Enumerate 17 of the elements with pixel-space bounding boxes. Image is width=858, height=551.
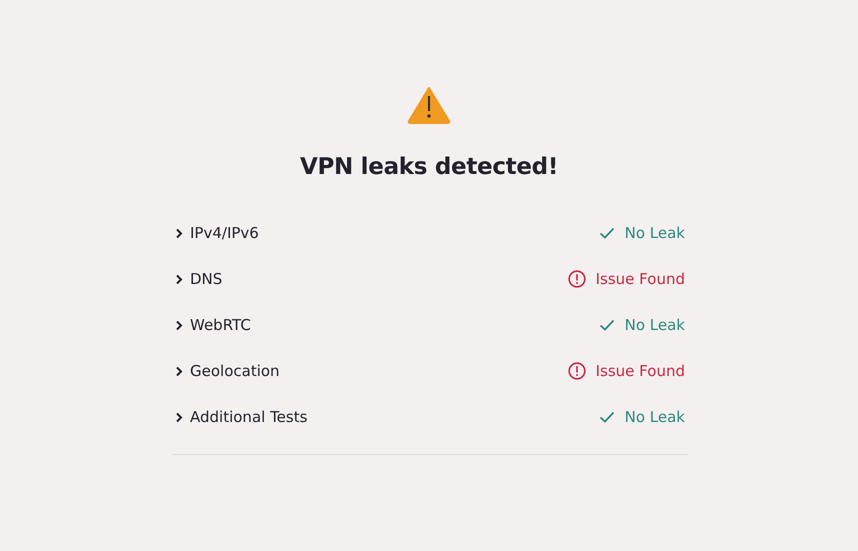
test-name: WebRTC — [190, 316, 251, 334]
status-text: No Leak — [624, 408, 685, 426]
status-text: Issue Found — [596, 270, 685, 288]
test-name: DNS — [190, 270, 222, 288]
test-name: Additional Tests — [190, 408, 308, 426]
status-text: No Leak — [624, 224, 685, 242]
test-row[interactable]: IPv4/IPv6 No Leak — [175, 210, 685, 256]
test-row[interactable]: Geolocation Issue Found — [175, 348, 685, 394]
test-row[interactable]: WebRTC No Leak — [175, 302, 685, 348]
test-name: Geolocation — [190, 362, 280, 380]
result-heading: VPN leaks detected! — [300, 154, 558, 180]
test-row[interactable]: Additional Tests No Leak — [175, 394, 685, 440]
test-row[interactable]: DNS Issue Found — [175, 256, 685, 302]
status-text: No Leak — [624, 316, 685, 334]
status-text: Issue Found — [596, 362, 685, 380]
test-name: IPv4/IPv6 — [190, 224, 259, 242]
warning-icon — [407, 86, 451, 124]
